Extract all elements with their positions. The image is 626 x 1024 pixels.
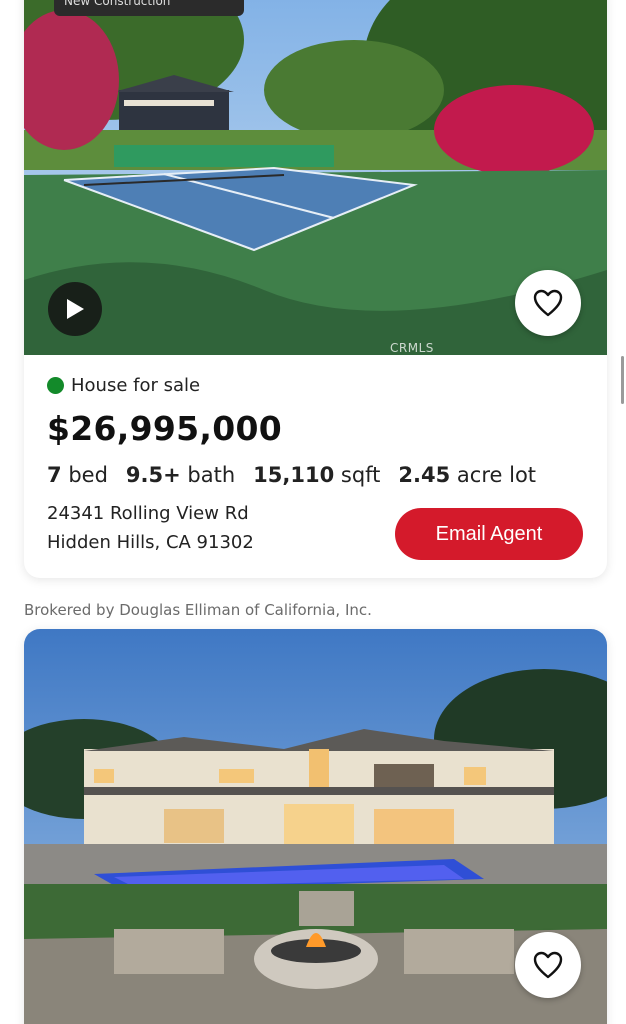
- email-agent-button[interactable]: Email Agent: [395, 508, 583, 560]
- lot-spec: 2.45 acre lot: [398, 463, 536, 487]
- listing-specs: 7 bed 9.5+ bath 15,110 sqft 2.45 acre lo…: [47, 463, 554, 487]
- beds-spec: 7 bed: [47, 463, 108, 487]
- sqft-spec: 15,110 sqft: [253, 463, 380, 487]
- new-construction-badge: New Construction: [54, 0, 244, 16]
- favorite-button[interactable]: [515, 270, 581, 336]
- sqft-unit: sqft: [340, 463, 381, 487]
- listing-photo[interactable]: [24, 629, 607, 1024]
- heart-outline-icon: [533, 289, 563, 317]
- heart-outline-icon: [533, 951, 563, 979]
- mls-watermark: CRMLS: [390, 341, 434, 355]
- listing-photo[interactable]: New Construction CRMLS: [24, 0, 607, 355]
- status-dot-icon: [47, 377, 64, 394]
- play-video-button[interactable]: [48, 282, 102, 336]
- beds-value: 7: [47, 463, 62, 487]
- lot-unit: acre lot: [456, 463, 537, 487]
- scrollbar-thumb[interactable]: [621, 356, 624, 404]
- lot-value: 2.45: [398, 463, 451, 487]
- listing-price: $26,995,000: [47, 409, 283, 448]
- badge-label: New Construction: [64, 0, 171, 8]
- sqft-value: 15,110: [253, 463, 335, 487]
- listing-card[interactable]: [24, 629, 607, 1024]
- baths-value: 9.5+: [125, 463, 181, 487]
- listing-status: House for sale: [47, 375, 200, 396]
- address-city[interactable]: Hidden Hills, CA 91302: [47, 532, 254, 553]
- broker-attribution: Brokered by Douglas Elliman of Californi…: [24, 601, 372, 619]
- status-label: House for sale: [71, 375, 201, 396]
- play-icon: [67, 299, 84, 319]
- baths-spec: 9.5+ bath: [126, 463, 235, 487]
- beds-unit: bed: [68, 463, 108, 487]
- address-street[interactable]: 24341 Rolling View Rd: [47, 503, 249, 524]
- listing-card[interactable]: New Construction CRMLS House for sale $2…: [24, 0, 607, 578]
- favorite-button[interactable]: [515, 932, 581, 998]
- baths-unit: bath: [187, 463, 236, 487]
